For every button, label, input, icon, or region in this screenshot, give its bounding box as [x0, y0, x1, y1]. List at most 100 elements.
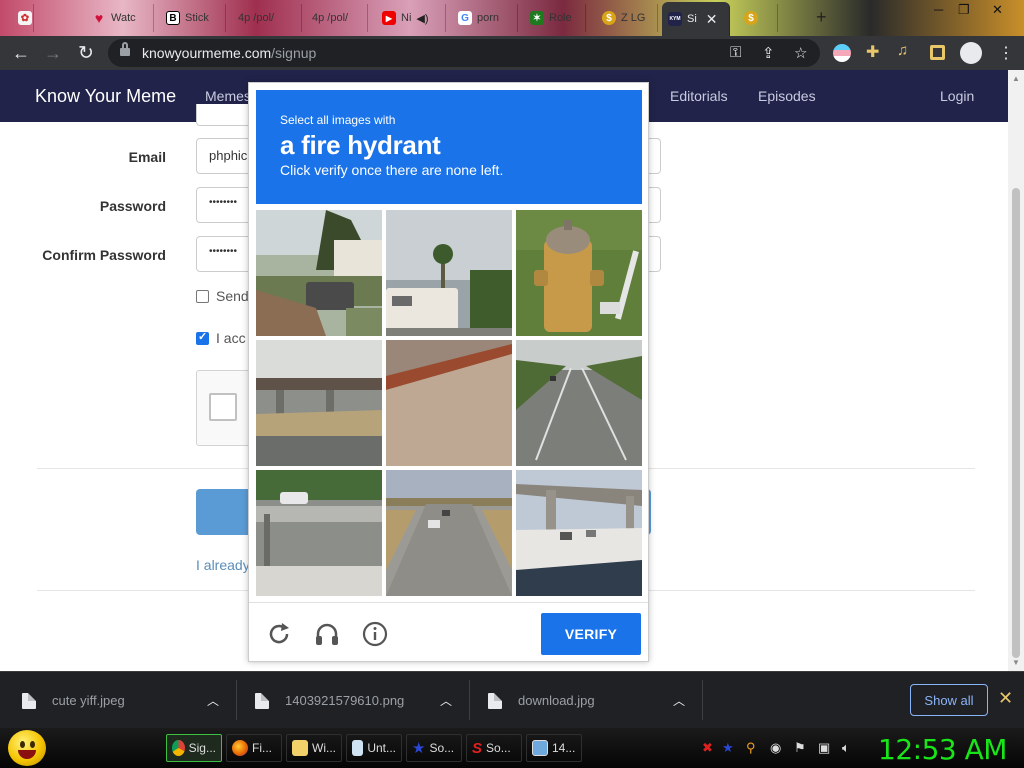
- start-button[interactable]: [8, 730, 46, 766]
- already-have-account-link[interactable]: I already: [196, 557, 250, 573]
- tray-search-icon[interactable]: ⚲: [746, 740, 756, 756]
- browser-tab-strip: ✿ ♥ Watc B Stick 4p /pol/ 4p /pol/ ▶ Ni …: [0, 0, 1024, 36]
- tray-flag-icon[interactable]: ⚑: [794, 740, 806, 756]
- verify-button[interactable]: VERIFY: [541, 613, 641, 655]
- info-icon[interactable]: [361, 620, 389, 648]
- refresh-icon[interactable]: [265, 620, 293, 648]
- address-bar[interactable]: knowyourmeme.com/signup ⚿ ⇪ ☆: [108, 39, 820, 67]
- browser-tab[interactable]: ▶ Ni ◀): [376, 4, 446, 32]
- tray-app-icon[interactable]: ◉: [770, 740, 781, 756]
- browser-tab[interactable]: 4p /pol/: [306, 4, 368, 32]
- download-item[interactable]: cute yiff.jpeg: [22, 672, 125, 729]
- audio-challenge-icon[interactable]: [313, 620, 341, 648]
- nav-episodes[interactable]: Episodes: [758, 88, 816, 104]
- challenge-image-tile[interactable]: [516, 210, 642, 336]
- challenge-image-tile[interactable]: [516, 470, 642, 596]
- chevron-up-icon[interactable]: ︿: [440, 692, 452, 709]
- download-filename: download.jpg: [518, 693, 595, 708]
- reload-icon[interactable]: ↻: [78, 42, 94, 65]
- close-tab-icon[interactable]: ✕: [706, 11, 718, 28]
- challenge-prompt: Select all images with a fire hydrant Cl…: [256, 90, 642, 204]
- browser-tab[interactable]: $: [738, 4, 778, 32]
- profile-avatar-icon[interactable]: [960, 42, 982, 64]
- tray-monitor-icon[interactable]: ▣: [818, 740, 830, 756]
- extensions-puzzle-icon[interactable]: ✚: [866, 42, 884, 61]
- challenge-image-tile[interactable]: [256, 210, 382, 336]
- forward-icon[interactable]: →: [44, 43, 62, 64]
- tray-network-icon[interactable]: ✖: [702, 740, 713, 756]
- challenge-image-tile[interactable]: [256, 470, 382, 596]
- nav-editorials[interactable]: Editorials: [670, 88, 728, 104]
- divider: [702, 680, 703, 720]
- terms-checkbox[interactable]: [196, 330, 209, 345]
- browser-tab[interactable]: G porn: [452, 4, 518, 32]
- restore-icon[interactable]: ❐: [958, 2, 970, 18]
- newsletter-checkbox[interactable]: [196, 290, 209, 303]
- chevron-up-icon[interactable]: ︿: [673, 692, 685, 709]
- challenge-image-tile[interactable]: [386, 210, 512, 336]
- media-control-icon[interactable]: ♫: [897, 42, 915, 60]
- challenge-image-tile[interactable]: [256, 340, 382, 466]
- download-item[interactable]: download.jpg: [488, 672, 595, 729]
- star-app-icon: ★: [412, 740, 426, 757]
- extension-flag-icon[interactable]: [833, 44, 851, 62]
- tray-volume-icon[interactable]: 🔈︎: [842, 740, 850, 756]
- s-app-icon: S: [472, 739, 483, 757]
- leaf-favicon-icon: ✶: [530, 11, 544, 25]
- recaptcha-checkbox[interactable]: [209, 393, 237, 421]
- download-item[interactable]: 1403921579610.png: [255, 672, 404, 729]
- road-cars-image: [386, 470, 512, 596]
- side-panel-icon[interactable]: [930, 45, 945, 60]
- email-field[interactable]: phphic: [196, 138, 256, 174]
- taskbar-item-image-viewer[interactable]: 14...: [526, 734, 582, 762]
- browser-tab[interactable]: 4p /pol/: [232, 4, 302, 32]
- close-window-icon[interactable]: ✕: [992, 2, 1003, 18]
- tray-star-icon[interactable]: ★: [722, 740, 734, 756]
- confirm-password-field[interactable]: ••••••••: [196, 236, 256, 272]
- browser-tab[interactable]: ♥ Watc: [86, 4, 154, 32]
- corgi-favicon-icon: ✿: [18, 11, 32, 25]
- nav-login[interactable]: Login: [940, 88, 974, 104]
- browser-tab[interactable]: $ Z LG: [596, 4, 658, 32]
- challenge-image-tile[interactable]: [516, 340, 642, 466]
- scroll-up-icon[interactable]: ▲: [1012, 74, 1020, 83]
- share-icon[interactable]: ⇪: [762, 44, 775, 62]
- challenge-image-tile[interactable]: [386, 340, 512, 466]
- browser-tab[interactable]: ✿: [12, 4, 34, 32]
- taskbar-item-chrome[interactable]: Sig...: [166, 734, 222, 762]
- show-all-downloads-button[interactable]: Show all: [910, 684, 988, 716]
- browser-tab[interactable]: ✶ Role: [524, 4, 586, 32]
- page-scrollbar[interactable]: ▲ ▼: [1008, 70, 1024, 671]
- username-field[interactable]: [196, 104, 256, 126]
- new-tab-icon[interactable]: +: [816, 7, 827, 28]
- password-field[interactable]: ••••••••: [196, 187, 256, 223]
- chevron-up-icon[interactable]: ︿: [207, 692, 219, 709]
- challenge-image-tile[interactable]: [386, 470, 512, 596]
- browser-tab-active[interactable]: KYM Si ✕: [662, 2, 730, 36]
- scroll-thumb[interactable]: [1012, 188, 1020, 658]
- prompt-target: a fire hydrant: [280, 130, 441, 160]
- taskbar-item-s-app[interactable]: S So...: [466, 734, 522, 762]
- back-icon[interactable]: ←: [12, 43, 30, 64]
- taskbar-item-firefox[interactable]: Fi...: [226, 734, 282, 762]
- nav-memes[interactable]: Memes: [205, 88, 251, 104]
- taskbar-item-notepad[interactable]: Unt...: [346, 734, 402, 762]
- site-logo[interactable]: Know Your Meme: [35, 86, 176, 107]
- bridge-railing-image: [386, 340, 512, 466]
- minimize-icon[interactable]: ─: [934, 2, 943, 17]
- bookmark-star-icon[interactable]: ☆: [794, 44, 807, 62]
- scroll-down-icon[interactable]: ▼: [1012, 658, 1020, 667]
- house-truck-image: [256, 210, 382, 336]
- close-shelf-icon[interactable]: ✕: [998, 688, 1013, 709]
- taskbar-clock[interactable]: 12:53 AM: [878, 733, 1007, 766]
- more-menu-icon[interactable]: ⋮: [998, 43, 1014, 63]
- browser-tab[interactable]: B Stick: [160, 4, 226, 32]
- taskbar-item-explorer[interactable]: Wi...: [286, 734, 342, 762]
- rv-trailer-image: [386, 210, 512, 336]
- smiley-mouth: [18, 750, 36, 759]
- divider: [236, 680, 237, 720]
- key-icon[interactable]: ⚿: [730, 44, 741, 61]
- taskbar-item-label: So...: [429, 741, 455, 755]
- prompt-instruction: Click verify once there are none left.: [280, 162, 504, 178]
- taskbar-item-star-app[interactable]: ★ So...: [406, 734, 462, 762]
